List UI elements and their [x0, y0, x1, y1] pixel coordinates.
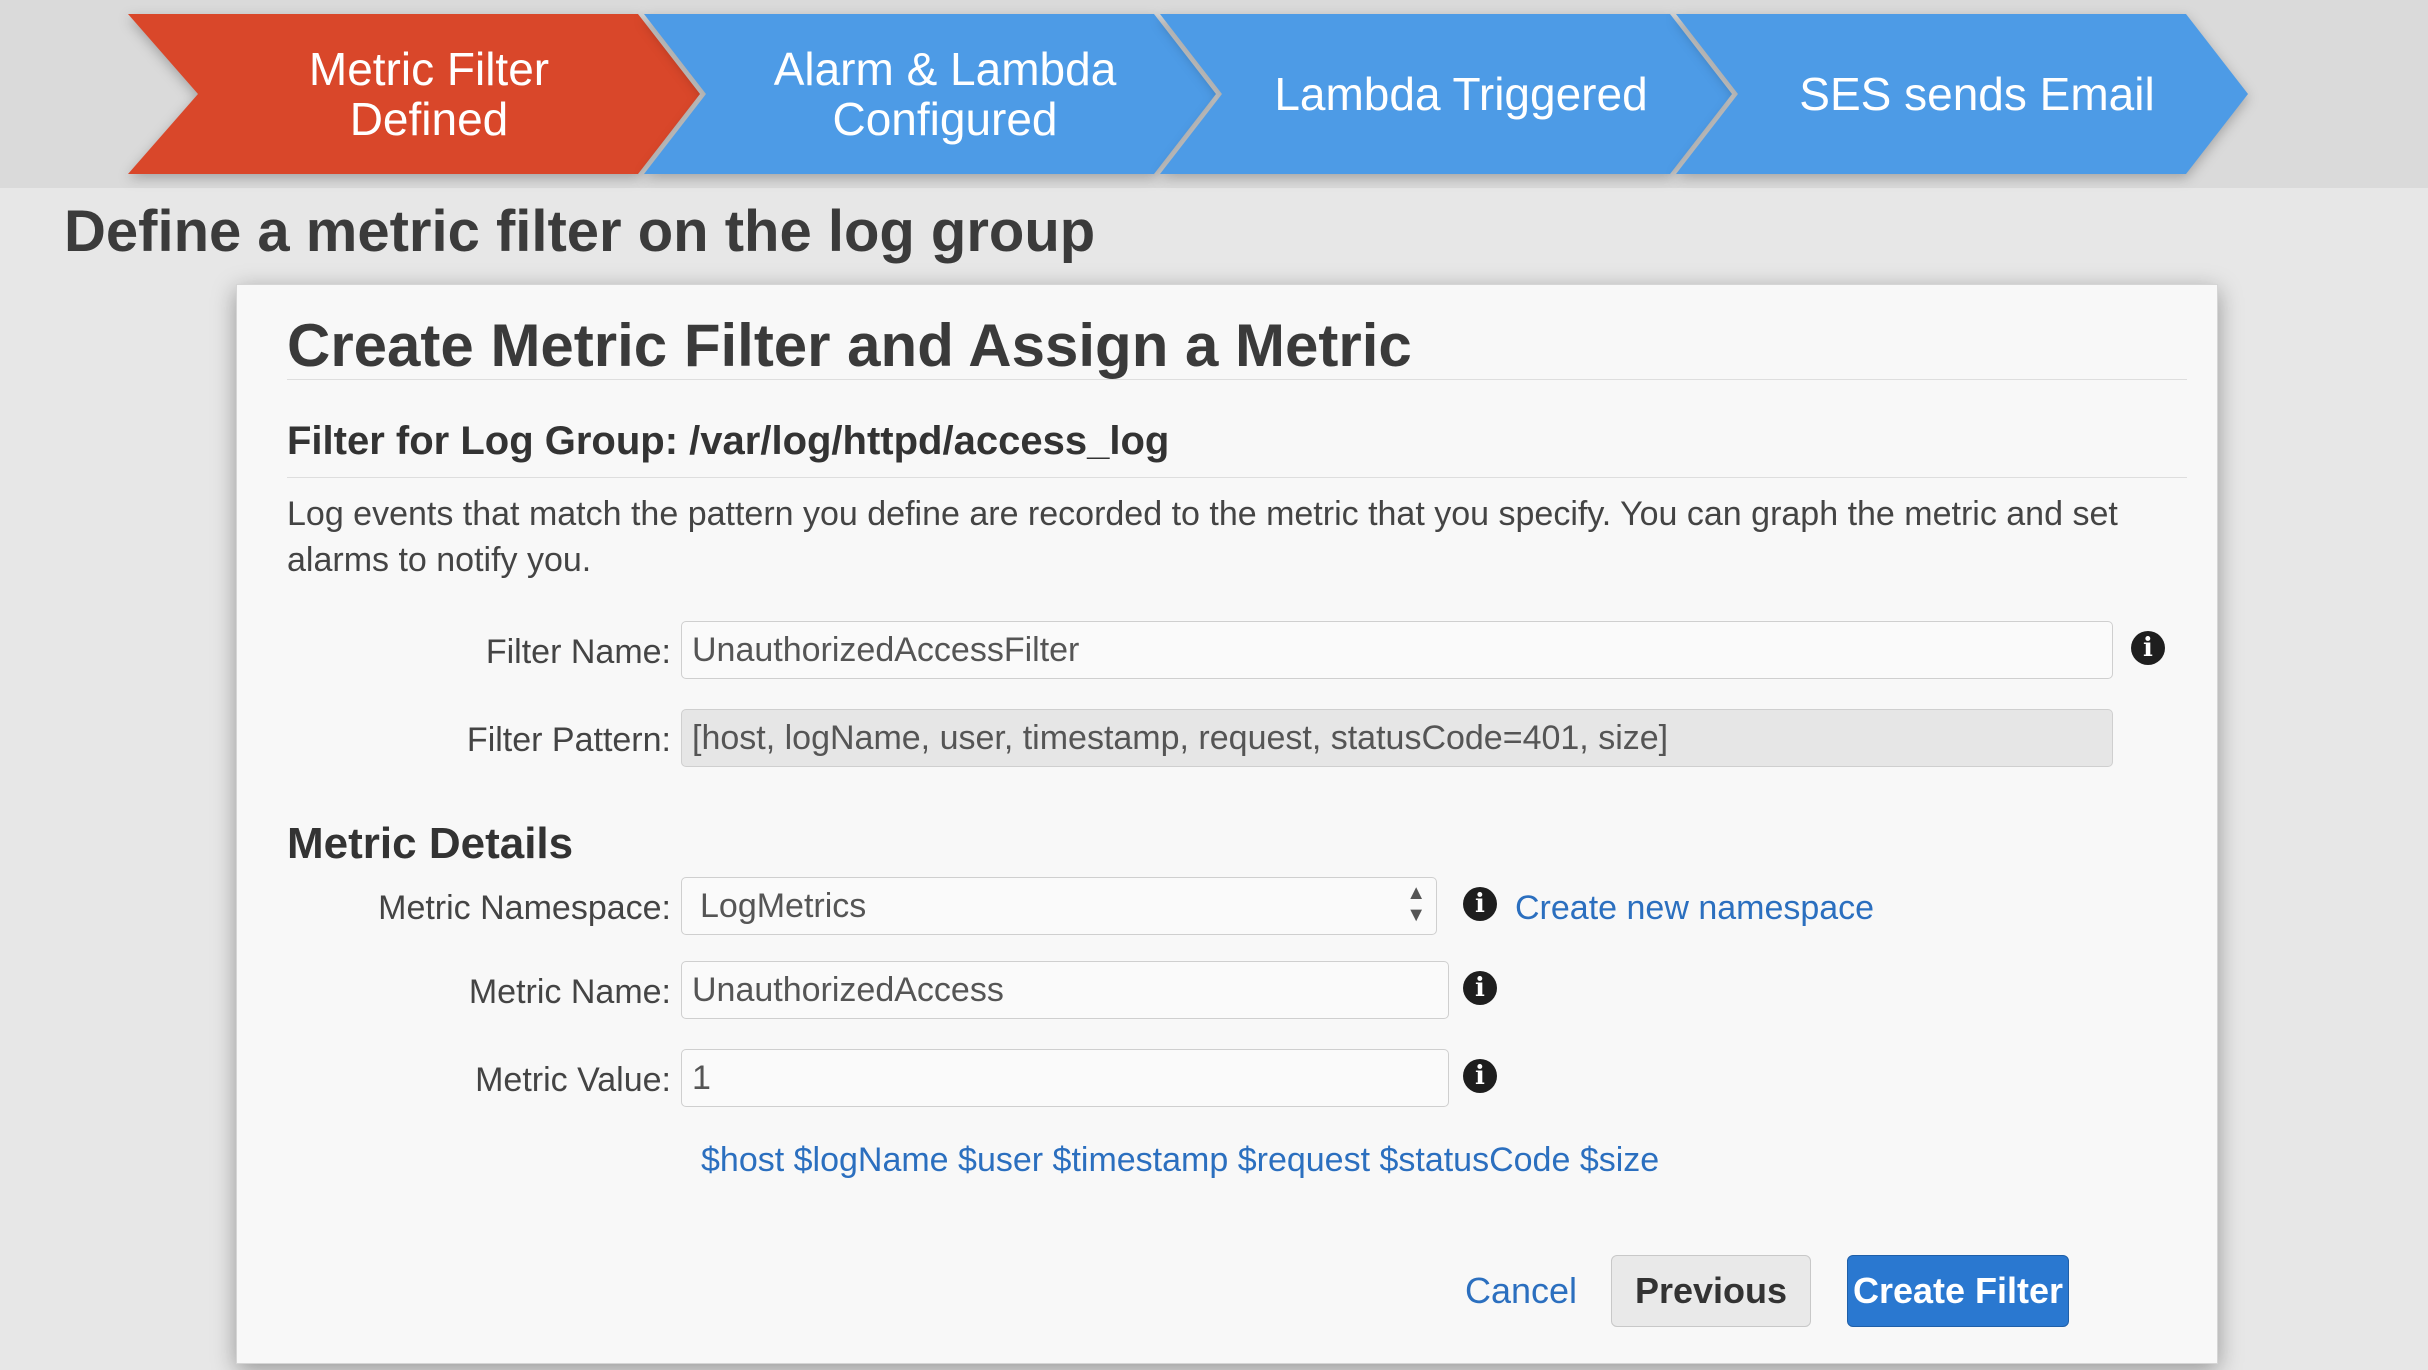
info-icon[interactable]: i [1463, 971, 1497, 1005]
filter-pattern-label: Filter Pattern: [466, 721, 671, 759]
step-alarm-lambda-configured: Alarm & Lambda Configured [644, 14, 1216, 174]
metric-value-input[interactable]: 1 [681, 1049, 1449, 1107]
create-filter-button[interactable]: Create Filter [1847, 1255, 2069, 1327]
metric-namespace-select[interactable]: LogMetrics ▲ ▼ [681, 877, 1437, 935]
filter-description: Log events that match the pattern you de… [287, 495, 2118, 579]
metric-namespace-value: LogMetrics [700, 887, 867, 925]
metric-namespace-label: Metric Namespace: [378, 889, 671, 927]
step-ses-sends-email: SES sends Email [1676, 14, 2248, 174]
select-arrows-icon: ▲ ▼ [1406, 882, 1426, 926]
page-heading: Define a metric filter on the log group [64, 199, 1096, 264]
filter-section-title: Filter for Log Group: /var/log/httpd/acc… [287, 419, 1170, 463]
info-icon[interactable]: i [1463, 1059, 1497, 1093]
previous-button[interactable]: Previous [1611, 1255, 1811, 1327]
create-new-namespace-link[interactable]: Create new namespace [1515, 889, 1874, 928]
metric-name-label: Metric Name: [468, 973, 671, 1011]
info-icon[interactable]: i [2131, 631, 2165, 665]
title-divider [287, 379, 2187, 380]
metric-details-title: Metric Details [287, 819, 574, 868]
log-field-variables[interactable]: $host $logName $user $timestamp $request… [701, 1141, 1659, 1180]
step-label: Lambda Triggered [1274, 68, 1648, 120]
filter-name-input[interactable]: UnauthorizedAccessFilter [681, 621, 2113, 679]
metric-name-input[interactable]: UnauthorizedAccess [681, 961, 1449, 1019]
step-metric-filter-defined: Metric Filter Defined [128, 14, 700, 174]
create-metric-filter-dialog: Create Metric Filter and Assign a Metric… [236, 284, 2218, 1364]
metric-value-label: Metric Value: [475, 1061, 671, 1099]
section-divider [287, 477, 2187, 478]
cancel-button[interactable]: Cancel [1451, 1255, 1591, 1327]
step-banner: Metric Filter Defined Alarm & Lambda Con… [0, 0, 2428, 188]
step-label: SES sends Email [1799, 68, 2155, 120]
dialog-title: Create Metric Filter and Assign a Metric [287, 312, 1412, 379]
info-icon[interactable]: i [1463, 887, 1497, 921]
step-label: Metric Filter Defined [308, 43, 550, 145]
step-lambda-triggered: Lambda Triggered [1160, 14, 1732, 174]
filter-name-label: Filter Name: [485, 633, 671, 671]
step-label: Alarm & Lambda Configured [773, 43, 1117, 145]
filter-pattern-input: [host, logName, user, timestamp, request… [681, 709, 2113, 767]
